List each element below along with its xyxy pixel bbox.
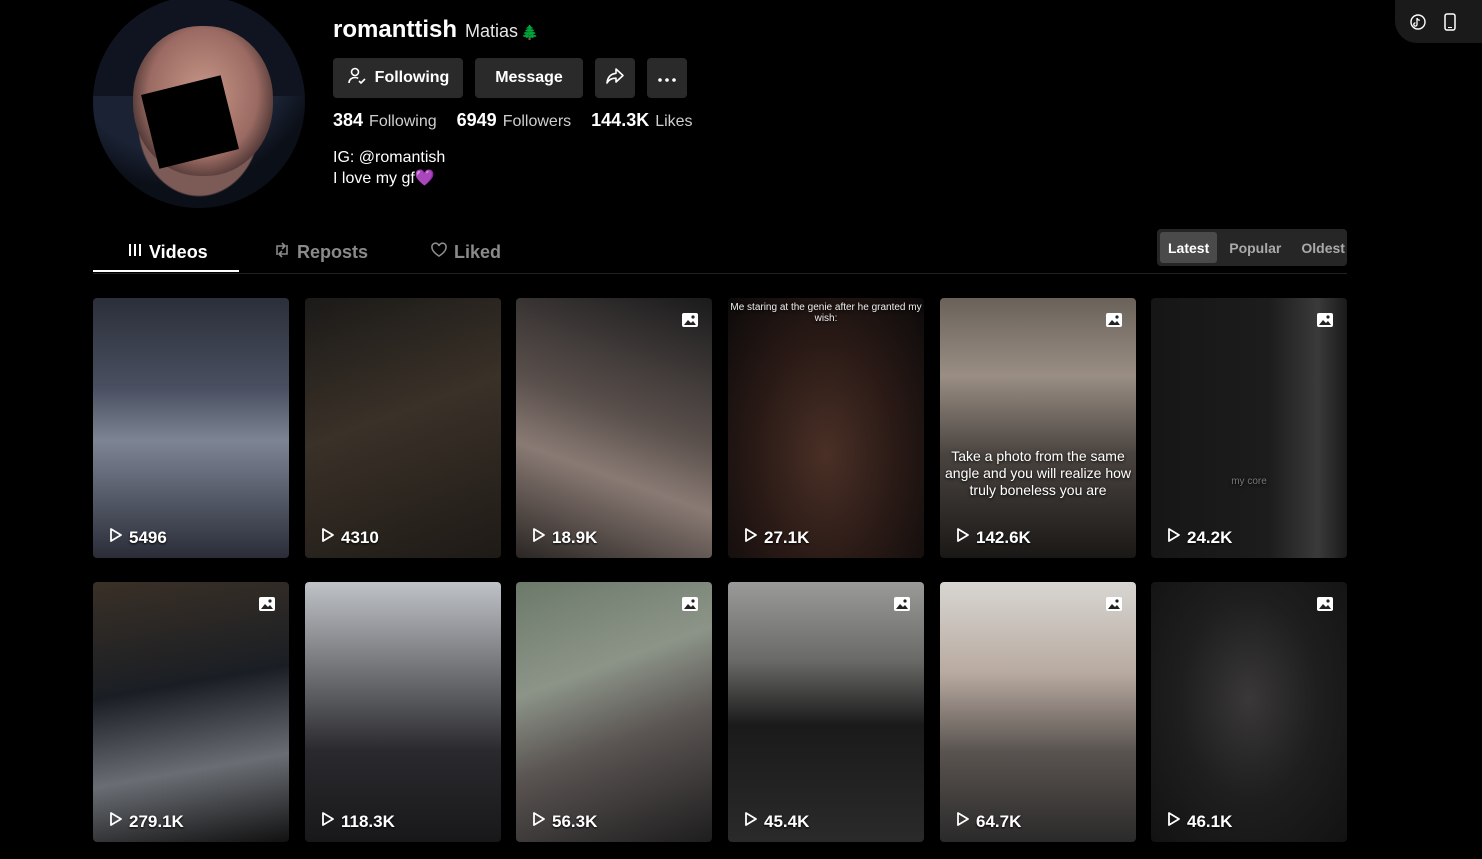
video-views: 118.3K [321,811,395,832]
bio: IG: @romantish I love my gf💜 [333,147,445,189]
video-card[interactable]: 118.3K [305,582,501,842]
view-count: 24.2K [1187,527,1233,547]
nickname: Matias 🌲 [465,21,538,42]
video-card[interactable]: Me staring at the genie after he granted… [728,298,924,558]
tab-reposts-label: Reposts [297,241,369,262]
floating-controls [1395,0,1482,43]
video-card[interactable]: my core 24.2K [1151,298,1347,558]
photo-post-icon [258,596,276,612]
share-button[interactable] [595,58,635,98]
tab-liked[interactable]: Liked [430,232,501,272]
video-views: 5496 [109,527,167,548]
video-views: 45.4K [744,811,809,832]
video-card[interactable]: 45.4K [728,582,924,842]
more-options-button[interactable] [647,58,687,98]
avatar[interactable] [93,0,305,208]
video-card[interactable]: 64.7K [940,582,1136,842]
following-stat[interactable]: 384 Following [333,110,437,131]
username: romanttish [333,16,458,43]
share-icon [605,66,625,91]
view-count: 118.3K [341,811,395,831]
sort-oldest[interactable]: Oldest [1293,232,1353,263]
video-views: 46.1K [1167,811,1232,832]
video-caption: Me staring at the genie after he granted… [730,302,922,324]
video-views: 27.1K [744,527,809,548]
followers-stat[interactable]: 6949 Followers [457,110,572,131]
video-card[interactable]: 56.3K [516,582,712,842]
sort-popular[interactable]: Popular [1221,232,1289,263]
play-icon [956,811,970,832]
play-icon [744,527,758,548]
play-icon [1167,527,1181,548]
video-views: 279.1K [109,811,184,832]
view-count: 279.1K [129,811,184,831]
nickname-text: Matias [465,21,519,41]
video-card[interactable]: 46.1K [1151,582,1347,842]
photo-post-icon [1105,596,1123,612]
video-caption: Take a photo from the same angle and you… [945,448,1131,498]
view-count: 142.6K [976,527,1031,547]
tab-videos-label: Videos [149,241,208,262]
message-button[interactable]: Message [475,58,583,98]
ellipsis-icon [658,69,676,87]
photo-post-icon [1316,312,1334,328]
video-caption: my core [1231,476,1267,487]
likes-stat: 144.3K Likes [591,110,693,130]
bio-line-1: IG: @romantish [333,149,446,166]
sort-latest[interactable]: Latest [1160,232,1218,263]
phone-icon[interactable] [1441,12,1459,31]
video-card[interactable]: Take a photo from the same angle and you… [940,298,1136,558]
heart-lock-icon [430,241,448,263]
video-views: 142.6K [956,527,1031,548]
video-card[interactable]: 4310 [305,298,501,558]
tab-videos[interactable]: Videos [127,232,208,272]
photo-post-icon [1105,312,1123,328]
view-count: 56.3K [552,811,598,831]
video-views: 56.3K [532,811,597,832]
video-card[interactable]: 279.1K [93,582,289,842]
video-views: 4310 [321,527,379,548]
view-count: 45.4K [764,811,810,831]
following-button[interactable]: Following [333,58,463,98]
photo-post-icon [893,596,911,612]
video-views: 24.2K [1167,527,1232,548]
repost-icon [273,241,291,264]
sort-toggle: Latest Popular Oldest [1157,229,1347,266]
view-count: 27.1K [764,527,810,547]
play-icon [321,527,335,548]
grid-icon [127,242,143,263]
profile-stats: 384 Following 6949 Followers 144.3K Likes [333,110,693,131]
photo-post-icon [681,312,699,328]
view-count: 46.1K [1187,811,1233,831]
tiktok-icon[interactable] [1409,13,1427,31]
photo-post-icon [681,596,699,612]
play-icon [532,811,546,832]
play-icon [1167,811,1181,832]
video-views: 18.9K [532,527,597,548]
video-card[interactable]: 5496 [93,298,289,558]
play-icon [109,527,123,548]
video-views: 64.7K [956,811,1021,832]
play-icon [956,527,970,548]
view-count: 64.7K [976,811,1022,831]
play-icon [532,527,546,548]
tab-reposts[interactable]: Reposts [273,232,368,272]
photo-post-icon [1316,596,1334,612]
message-button-label: Message [495,69,563,86]
following-button-label: Following [374,69,450,86]
play-icon [109,811,123,832]
bio-line-2: I love my gf💜 [333,170,435,187]
purple-heart-icon: 💜 [414,170,435,187]
video-card[interactable]: 18.9K [516,298,712,558]
tree-icon: 🌲 [521,24,539,40]
play-icon [321,811,335,832]
view-count: 18.9K [552,527,598,547]
user-check-icon [347,66,367,91]
view-count: 5496 [129,527,167,547]
active-tab-indicator [93,270,239,272]
tab-liked-label: Liked [454,241,502,262]
view-count: 4310 [341,527,379,547]
play-icon [744,811,758,832]
